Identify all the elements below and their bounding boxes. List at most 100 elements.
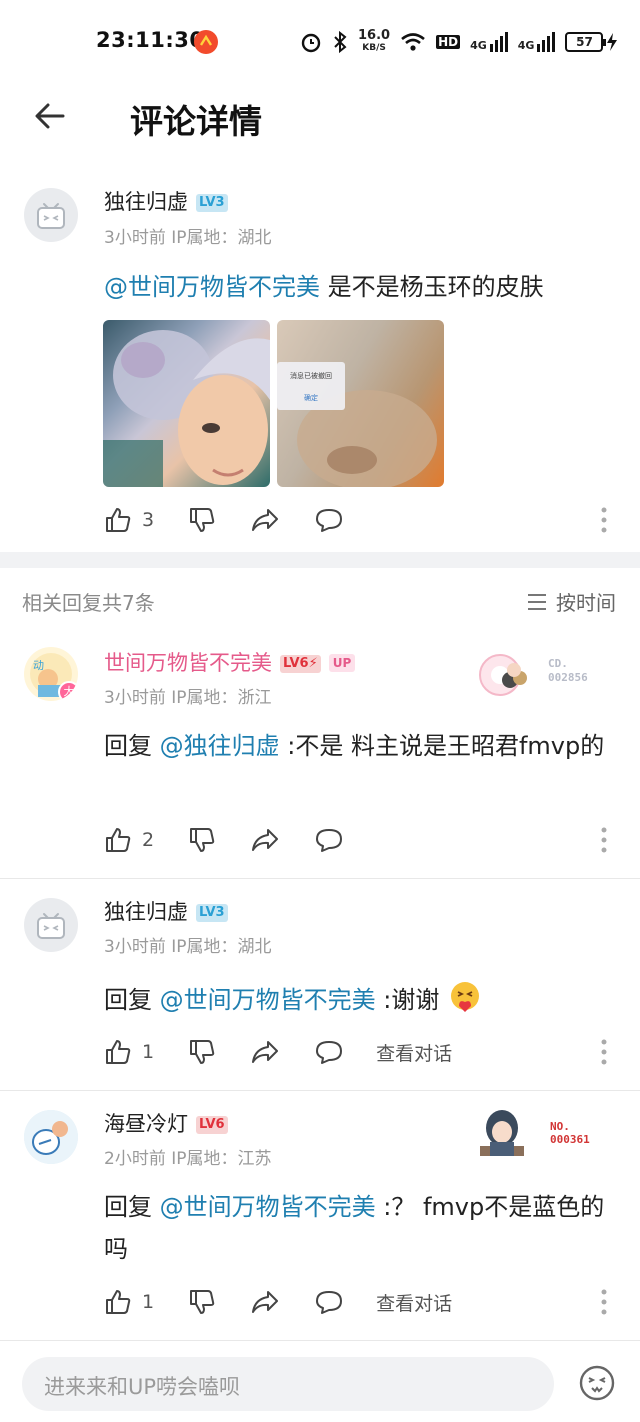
replies-count: 相关回复共7条: [22, 591, 155, 615]
mention-link[interactable]: @世间万物皆不完美: [160, 986, 376, 1014]
reply-actions: 2: [104, 822, 344, 858]
dislike-button[interactable]: [188, 506, 216, 534]
view-conversation-link[interactable]: 查看对话: [376, 1289, 452, 1316]
reply-text: 回复 @独往归虚 :不是 料主说是王昭君fmvp的: [104, 732, 605, 760]
cartoon-avatar-icon: [24, 1110, 78, 1164]
dislike-button[interactable]: [188, 1288, 216, 1316]
default-tv-avatar-icon: [37, 203, 65, 229]
reply-button[interactable]: [314, 826, 344, 854]
emoji-button[interactable]: [578, 1364, 616, 1402]
share-button[interactable]: [250, 1038, 280, 1066]
avatar[interactable]: 动 大: [24, 647, 78, 701]
charging-icon: [607, 33, 618, 51]
reply-button[interactable]: [314, 506, 344, 534]
comment-bubble-icon: [316, 509, 343, 532]
share-button[interactable]: [250, 506, 280, 534]
dialog-overlay: 消息已被撤回 确定: [277, 362, 345, 410]
comment-bubble-icon: [316, 829, 343, 852]
level-badge: LV6: [196, 1116, 228, 1134]
mention-link[interactable]: @独往归虚: [160, 732, 280, 760]
vip-badge: 大: [58, 681, 78, 701]
level-badge: LV3: [196, 194, 228, 212]
like-button[interactable]: 3: [104, 506, 154, 534]
reply-meta: 2小时前 IP属地：江苏: [104, 1149, 272, 1169]
reply-meta: 3小时前 IP属地：湖北: [104, 937, 272, 957]
status-icons: 16.0 KB/S HD 4G 4G 57: [300, 28, 618, 56]
svg-text:动: 动: [33, 659, 44, 672]
more-options-icon[interactable]: [601, 825, 607, 855]
reply-username[interactable]: 世间万物皆不完美 LV6⚡ UP: [104, 647, 356, 677]
dislike-button[interactable]: [188, 1038, 216, 1066]
sort-list-icon: [528, 593, 546, 610]
avatar[interactable]: [24, 188, 78, 242]
row-divider: [0, 1090, 640, 1091]
thumb-down-icon: [190, 1040, 215, 1064]
share-icon: [252, 1291, 279, 1313]
anime-girl-medal-icon: [480, 1110, 524, 1156]
default-tv-avatar-icon: [37, 913, 65, 939]
decoration-card[interactable]: [472, 1106, 532, 1162]
more-options-icon[interactable]: [601, 1287, 607, 1317]
back-arrow-icon: [35, 103, 65, 129]
net-speed: 16.0 KB/S: [358, 28, 391, 53]
fan-number: NO. 000361: [550, 1120, 590, 1146]
reply-text: 回复 @世间万物皆不完美 :谢谢: [104, 979, 618, 1021]
share-button[interactable]: [250, 826, 280, 854]
level-badge: LV3: [196, 904, 228, 922]
comment-meta: 3小时前 IP属地：湖北: [104, 228, 272, 248]
share-icon: [252, 1041, 279, 1063]
row-divider: [0, 1340, 640, 1341]
alarm-icon: [301, 33, 321, 53]
comment-input[interactable]: 进来来和UP唠会嗑呗: [22, 1357, 554, 1411]
thumb-up-icon: [106, 1290, 131, 1314]
thumb-down-icon: [190, 1290, 215, 1314]
like-button[interactable]: 1: [104, 1288, 154, 1316]
reply-actions: 1 查看对话: [104, 1284, 452, 1320]
reply-button[interactable]: [314, 1288, 344, 1316]
signal-1: 4G: [470, 32, 508, 52]
status-time: 23:11:30: [96, 28, 205, 52]
comment-bubble-icon: [316, 1291, 343, 1314]
thumb-up-icon: [106, 508, 131, 532]
up-badge: UP: [328, 654, 356, 672]
decoration-card[interactable]: [476, 650, 536, 700]
like-button[interactable]: 1: [104, 1038, 154, 1066]
comment-username[interactable]: 独往归虚 LV3: [104, 186, 228, 216]
status-bar: 23:11:30 16.0 KB/S HD 4G 4G 57: [0, 0, 640, 84]
mention-link[interactable]: @世间万物皆不完美: [104, 273, 320, 301]
section-divider: [0, 552, 640, 568]
avatar[interactable]: [24, 898, 78, 952]
reply-username[interactable]: 独往归虚 LV3: [104, 896, 228, 926]
comment-image-1[interactable]: [103, 320, 270, 487]
comment-bubble-icon: [316, 1041, 343, 1064]
row-divider: [0, 878, 640, 879]
page-title: 评论详情: [130, 102, 262, 141]
avatar[interactable]: [24, 1110, 78, 1164]
dislike-button[interactable]: [188, 826, 216, 854]
input-placeholder: 进来来和UP唠会嗑呗: [44, 1375, 241, 1399]
comment-image-2[interactable]: 消息已被撤回 确定: [277, 320, 444, 487]
view-conversation-link[interactable]: 查看对话: [376, 1039, 452, 1066]
reply-button[interactable]: [314, 1038, 344, 1066]
like-button[interactable]: 2: [104, 826, 154, 854]
signal-2: 4G: [518, 32, 556, 52]
more-options-icon[interactable]: [601, 505, 607, 535]
fan-medal-icon: [479, 654, 527, 696]
thumb-down-icon: [190, 508, 215, 532]
mention-link[interactable]: @世间万物皆不完美: [160, 1193, 376, 1221]
portrait-image: [103, 330, 270, 487]
battery-icon: 57: [565, 32, 618, 52]
share-icon: [252, 509, 279, 531]
reply-meta: 3小时前 IP属地：浙江: [104, 688, 272, 708]
reply-actions: 1 查看对话: [104, 1034, 452, 1070]
more-options-icon[interactable]: [601, 1037, 607, 1067]
level-badge: LV6⚡: [280, 655, 321, 673]
hd-icon: HD: [436, 35, 461, 49]
sort-toggle[interactable]: 按时间: [526, 587, 616, 616]
thumb-up-icon: [106, 1040, 131, 1064]
back-button[interactable]: [30, 96, 70, 136]
emoji-face-icon: [579, 1365, 615, 1401]
app-notification-icon: [194, 30, 218, 54]
share-button[interactable]: [250, 1288, 280, 1316]
reply-username[interactable]: 海昼冷灯 LV6: [104, 1108, 228, 1138]
